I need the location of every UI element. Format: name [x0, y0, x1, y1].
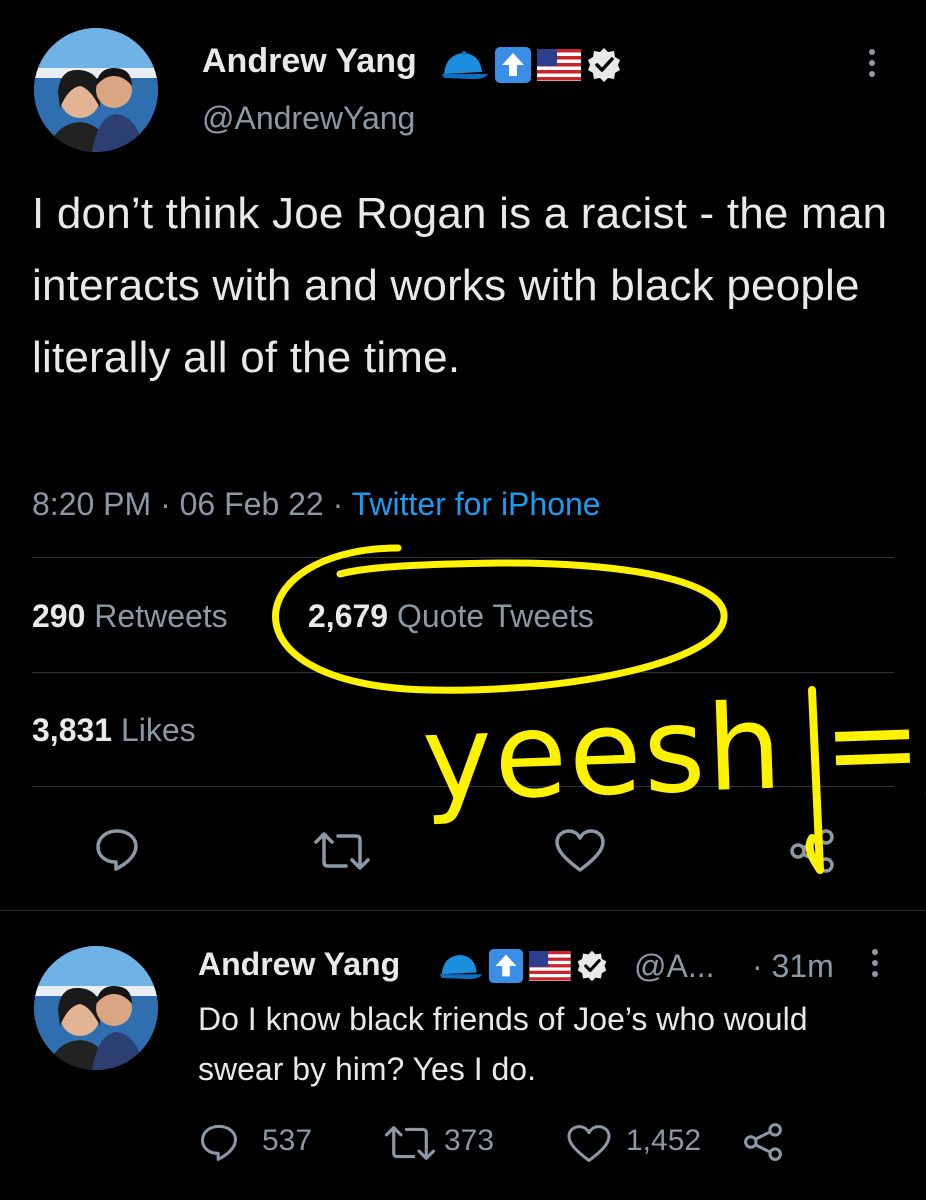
tweet-text: I don’t think Joe Rogan is a racist - th… [32, 189, 888, 382]
divider [32, 557, 894, 558]
verified-icon [575, 949, 609, 988]
more-options-icon[interactable] [869, 44, 875, 82]
meta-separator: · [332, 486, 344, 522]
tweet-time: 8:20 PM [32, 486, 152, 522]
avatar[interactable] [34, 28, 158, 152]
reply-reply-icon[interactable] [198, 1122, 240, 1162]
author-name[interactable]: Andrew Yang [202, 42, 417, 81]
likes-label: Likes [120, 712, 196, 748]
us-flag-icon [529, 951, 571, 986]
author-handle[interactable]: @AndrewYang [202, 100, 415, 137]
retweets-count: 290 [32, 598, 86, 634]
quote-tweets-label: Quote Tweets [396, 598, 594, 634]
us-flag-icon [536, 49, 581, 86]
tweet-source-link[interactable]: Twitter for iPhone [352, 486, 601, 522]
quote-tweets-stat[interactable]: 2,679 Quote Tweets [308, 598, 594, 635]
reply-retweet-icon[interactable] [382, 1124, 438, 1162]
reply-count: 537 [262, 1124, 313, 1157]
meta-separator: · [160, 486, 171, 522]
reply-icon[interactable] [94, 826, 140, 872]
divider [0, 910, 926, 911]
reply-more-options-icon[interactable] [872, 944, 878, 982]
share-icon[interactable] [788, 828, 836, 874]
reply-retweet-count: 373 [444, 1124, 495, 1157]
reply-text: Do I know black friends of Joe’s who wou… [198, 1001, 808, 1087]
reply-author-name[interactable]: Andrew Yang [198, 946, 400, 983]
verified-icon [585, 46, 623, 89]
author-badges [440, 46, 623, 86]
reply-like-icon[interactable] [566, 1124, 612, 1164]
up-arrow-icon [494, 46, 532, 89]
retweets-stat[interactable]: 290 Retweets [32, 598, 228, 635]
likes-stat[interactable]: 3,831 Likes [32, 712, 196, 749]
reply-avatar[interactable] [34, 946, 158, 1070]
quote-tweets-count: 2,679 [308, 598, 389, 634]
blue-cap-icon [440, 48, 490, 87]
blue-cap-icon [438, 950, 484, 987]
likes-count: 3,831 [32, 712, 113, 748]
tweet-meta: 8:20 PM · 06 Feb 22 · Twitter for iPhone [32, 486, 601, 523]
reply-like-count: 1,452 [626, 1124, 702, 1157]
reply-time: · 31m [752, 948, 834, 984]
divider [32, 672, 894, 673]
retweets-label: Retweets [94, 598, 228, 634]
up-arrow-icon [488, 948, 524, 989]
reply-author-handle[interactable]: @A... [634, 948, 715, 985]
tweet-date: 06 Feb 22 [179, 486, 324, 522]
handwritten-annotation-text: yeesh =/ [420, 671, 926, 828]
reply-share-icon[interactable] [742, 1122, 784, 1162]
like-icon[interactable] [554, 828, 606, 874]
reply-author-badges [438, 948, 609, 989]
retweet-icon[interactable] [312, 830, 372, 872]
